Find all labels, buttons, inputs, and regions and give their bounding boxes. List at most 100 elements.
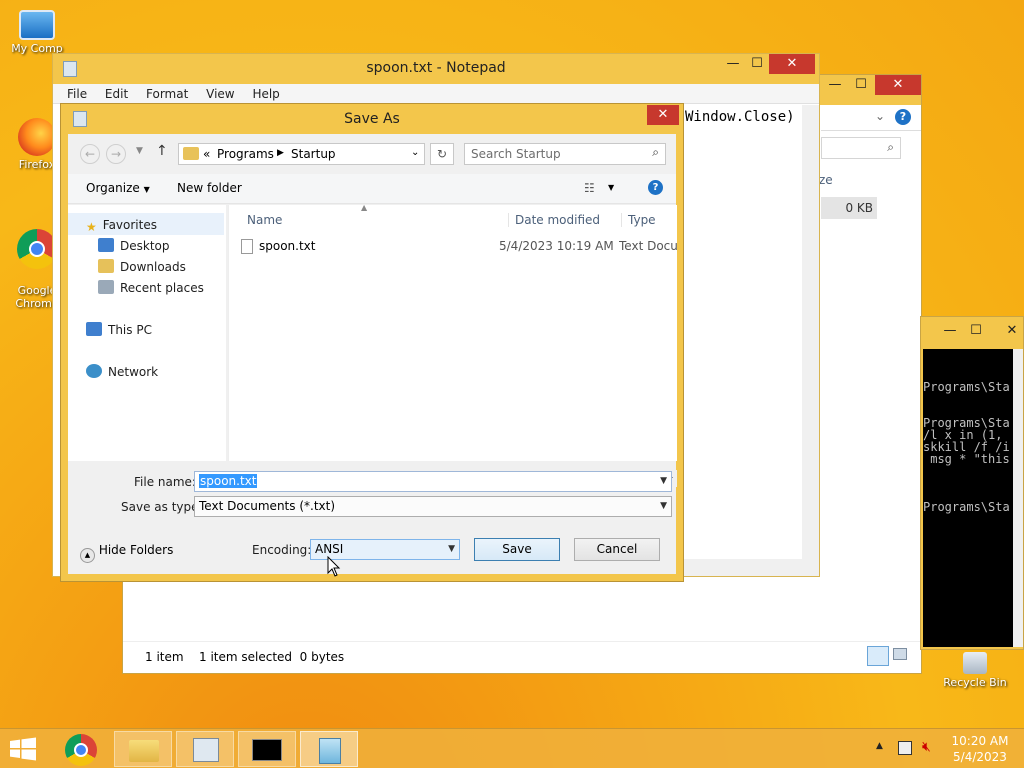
hide-folders-button[interactable]: ▲ Hide Folders — [80, 543, 173, 563]
column-header-name[interactable]: Name — [247, 213, 282, 227]
menu-help[interactable]: Help — [252, 84, 279, 104]
explorer-search-box[interactable]: ⌕ — [821, 137, 901, 159]
save-as-type-select[interactable]: Text Documents (*.txt) ▼ — [194, 496, 672, 517]
desktop-icon-recycle-bin[interactable]: Recycle Bin — [940, 652, 1010, 689]
status-selected: 1 item selected 0 bytes — [199, 650, 345, 664]
taskbar-file-explorer[interactable] — [114, 731, 172, 767]
horizontal-scrollbar[interactable] — [673, 559, 802, 576]
help-icon[interactable]: ? — [648, 180, 663, 195]
column-header-date[interactable]: Date modified — [508, 213, 600, 227]
save-as-dialog[interactable]: Save As ✕ ← → ▼ ↑ « Programs ▶ Startup ⌄… — [60, 103, 684, 582]
help-icon[interactable]: ? — [895, 109, 911, 125]
file-date: 5/4/2023 10:19 AM — [499, 239, 614, 253]
taskbar-notepad[interactable] — [300, 731, 358, 767]
explorer-ribbon: ⌄ ? — [821, 105, 921, 131]
chevron-down-icon[interactable]: ⌄ — [875, 109, 885, 123]
details-view-icon[interactable] — [867, 646, 889, 666]
minimize-button[interactable]: — — [823, 75, 847, 95]
nav-recent-places[interactable]: Recent places — [98, 278, 204, 298]
close-button[interactable]: ✕ — [875, 75, 921, 95]
volume-muted-icon[interactable]: 🔇︎ — [922, 739, 931, 755]
organize-button[interactable]: Organize ▼ — [86, 181, 150, 195]
task-manager-icon — [193, 738, 219, 762]
nav-this-pc[interactable]: This PC — [86, 320, 152, 340]
recent-places-icon — [98, 280, 114, 294]
network-tray-icon[interactable] — [898, 741, 912, 755]
minimize-button[interactable]: — — [939, 321, 961, 341]
nav-desktop[interactable]: Desktop — [98, 236, 170, 256]
breadcrumb-programs[interactable]: Programs — [217, 147, 274, 161]
cancel-button[interactable]: Cancel — [574, 538, 660, 561]
downloads-folder-icon — [98, 259, 114, 273]
vertical-scrollbar[interactable] — [1013, 349, 1023, 647]
column-header-size[interactable]: ze — [819, 173, 833, 187]
new-folder-button[interactable]: New folder — [177, 181, 242, 195]
taskbar-cmd[interactable] — [238, 731, 296, 767]
nav-favorites[interactable]: ★ Favorites — [86, 215, 157, 235]
windows-logo-icon — [10, 737, 36, 761]
console-line: Programs\Sta — [923, 380, 1010, 394]
menu-file[interactable]: File — [67, 84, 87, 104]
console-line: Programs\Sta — [923, 500, 1010, 514]
search-icon: ⌕ — [887, 140, 894, 154]
search-input[interactable]: Search Startup ⌕ — [464, 143, 666, 165]
view-options-icon[interactable]: ☷ — [584, 181, 595, 195]
breadcrumb-prefix[interactable]: « — [203, 147, 210, 161]
breadcrumb-startup[interactable]: Startup — [291, 147, 336, 161]
maximize-button[interactable]: ☐ — [965, 321, 987, 341]
column-header-type[interactable]: Type — [621, 213, 656, 227]
address-dropdown-chevron-icon[interactable]: ⌄ — [411, 147, 419, 158]
cmd-window[interactable]: — ☐ ✕ Programs\Sta Programs\Sta/l x in (… — [920, 316, 1024, 650]
search-icon: ⌕ — [652, 145, 659, 159]
chevron-up-icon: ▲ — [80, 548, 95, 563]
taskbar-chrome[interactable] — [52, 731, 110, 767]
chevron-down-icon: ▼ — [660, 501, 667, 511]
nav-label: Desktop — [120, 239, 170, 253]
nav-label: Downloads — [120, 260, 186, 274]
up-arrow-icon[interactable]: ↑ — [156, 143, 168, 159]
save-button[interactable]: Save — [474, 538, 560, 561]
menu-view[interactable]: View — [206, 84, 234, 104]
start-button[interactable] — [8, 737, 38, 761]
taskbar-task-manager[interactable] — [176, 731, 234, 767]
taskbar: ▲ 🔇︎ 10:20 AM 5/4/2023 — [0, 728, 1024, 768]
maximize-button[interactable]: ☐ — [849, 75, 873, 95]
navigation-pane[interactable]: ★ Favorites Desktop Downloads Recent plac… — [68, 205, 226, 461]
vertical-scrollbar[interactable] — [802, 105, 819, 576]
close-button[interactable]: ✕ — [647, 105, 679, 125]
folder-icon — [183, 147, 199, 160]
large-icons-view-icon[interactable] — [893, 648, 907, 660]
encoding-label: Encoding: — [252, 543, 312, 557]
chevron-down-icon[interactable]: ▼ — [660, 472, 667, 491]
show-hidden-icons-icon[interactable]: ▲ — [876, 741, 883, 751]
minimize-button[interactable]: — — [721, 54, 745, 74]
size-cell: 0 KB — [821, 197, 877, 219]
desktop-icon-my-computer[interactable]: My Comp — [2, 10, 72, 55]
file-name-label: File name: — [134, 475, 196, 489]
file-name-input[interactable]: spoon.txt ▼ — [194, 471, 672, 492]
close-button[interactable]: ✕ — [769, 54, 815, 74]
nav-network[interactable]: Network — [86, 362, 158, 382]
status-bar: 1 item 1 item selected 0 bytes — [123, 641, 921, 671]
clock[interactable]: 10:20 AM 5/4/2023 — [950, 733, 1010, 765]
refresh-icon[interactable]: ↻ — [430, 143, 454, 165]
close-button[interactable]: ✕ — [1001, 321, 1023, 341]
table-row[interactable]: spoon.txt 5/4/2023 10:19 AM Text Docu — [237, 237, 678, 257]
console-output[interactable]: Programs\Sta Programs\Sta/l x in (1, skki… — [923, 349, 1013, 647]
folder-icon — [129, 740, 159, 762]
forward-arrow-icon[interactable]: → — [106, 144, 126, 164]
notepad-titlebar[interactable]: spoon.txt - Notepad — ☐ ✕ — [53, 54, 819, 84]
chevron-down-icon: ▼ — [448, 544, 455, 554]
view-chevron-icon[interactable]: ▼ — [608, 183, 614, 192]
file-list[interactable]: ▲ Name Date modified Type spoon.txt 5/4/… — [228, 203, 678, 461]
nav-label: This PC — [108, 323, 152, 337]
recent-locations-chevron-icon[interactable]: ▼ — [136, 146, 143, 156]
back-arrow-icon[interactable]: ← — [80, 144, 100, 164]
nav-downloads[interactable]: Downloads — [98, 257, 186, 277]
menu-edit[interactable]: Edit — [105, 84, 128, 104]
nav-label: Favorites — [102, 218, 157, 232]
maximize-button[interactable]: ☐ — [745, 54, 769, 74]
address-bar[interactable]: « Programs ▶ Startup ⌄ — [178, 143, 425, 165]
menu-format[interactable]: Format — [146, 84, 188, 104]
